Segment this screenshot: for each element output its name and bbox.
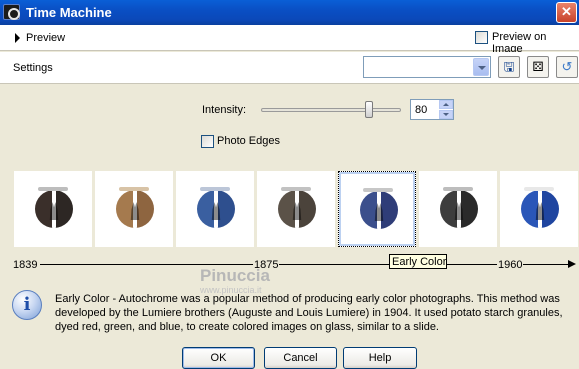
year-1839-label: 1839 [12, 259, 39, 271]
preview-disc [116, 190, 154, 228]
timeline-arrow-icon [568, 260, 576, 268]
intensity-slider-track[interactable] [261, 108, 401, 112]
title-bar: Time Machine ✕ [0, 0, 579, 25]
close-button[interactable]: ✕ [556, 2, 577, 23]
year-1960-label: 1960 [497, 259, 524, 271]
tooltip: Early Color [389, 254, 447, 269]
thumb-2[interactable] [95, 171, 173, 247]
effect-description: Early Color - Autochrome was a popular m… [55, 293, 563, 333]
preview-disc [278, 190, 316, 228]
era-timeline: 1839 1875 1960 [12, 259, 579, 271]
watermark-logo: Pinuccia [200, 266, 270, 285]
cancel-button[interactable]: Cancel [264, 347, 337, 369]
chevron-down-icon[interactable] [473, 58, 489, 76]
save-preset-button[interactable]: 🖫 [498, 56, 520, 78]
photo-edges-checkbox[interactable] [201, 135, 214, 148]
spin-down-icon[interactable] [439, 110, 453, 119]
preview-disc [35, 190, 73, 228]
thumb-7[interactable] [500, 171, 578, 247]
ok-button[interactable]: OK [182, 347, 255, 369]
thumb-6[interactable] [419, 171, 497, 247]
help-button[interactable]: Help [343, 347, 417, 369]
intensity-value[interactable]: 80 [415, 104, 427, 116]
preview-on-image-checkbox[interactable] [475, 31, 488, 44]
window-title: Time Machine [26, 5, 112, 20]
intensity-spinner[interactable]: 80 [410, 99, 454, 120]
settings-row: Settings 🖫 ⚄ ↺ [0, 52, 579, 84]
thumb-early-color[interactable] [338, 171, 416, 247]
reset-button[interactable]: ↺ [556, 56, 578, 78]
spin-up-icon[interactable] [439, 100, 453, 109]
preview-row: Preview Preview on Image [0, 25, 579, 55]
preview-disc [197, 190, 235, 228]
thumb-1875[interactable] [257, 171, 335, 247]
thumb-1839[interactable] [14, 171, 92, 247]
intensity-label: Intensity: [202, 104, 247, 116]
intensity-slider-thumb[interactable] [364, 101, 373, 118]
preview-disc [360, 191, 398, 229]
info-icon: i [12, 290, 42, 320]
preview-toggle-label[interactable]: Preview [26, 32, 65, 44]
photo-edges-label[interactable]: Photo Edges [217, 135, 280, 147]
preset-dropdown[interactable] [363, 56, 491, 78]
preview-disc [440, 190, 478, 228]
randomize-button[interactable]: ⚄ [527, 56, 549, 78]
time-machine-app-icon [3, 4, 20, 20]
settings-label: Settings [13, 62, 53, 74]
expand-triangle-icon[interactable] [15, 33, 20, 43]
preview-disc [521, 190, 559, 228]
thumb-3[interactable] [176, 171, 254, 247]
timeline-line [40, 264, 572, 265]
